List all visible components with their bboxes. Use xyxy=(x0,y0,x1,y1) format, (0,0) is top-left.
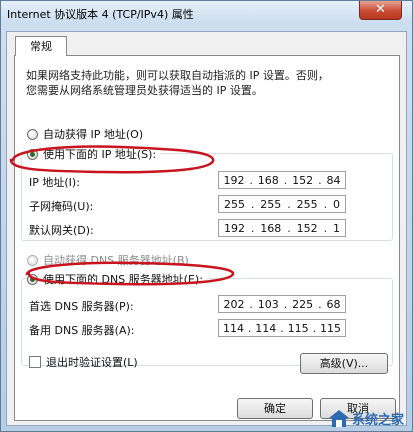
radio-manual-dns-label: 使用下面的 DNS 服务器地址(E): xyxy=(43,273,203,286)
dialog-client-area: 常规 如果网络支持此功能，则可以获取自动指派的 IP 设置。否则， 您需要从网络… xyxy=(6,31,407,426)
ip-octet-4: 84 xyxy=(326,173,341,187)
radio-manual-ip-indicator xyxy=(27,148,38,160)
pdns-octet-3: 225 xyxy=(292,297,314,311)
gw-octet-2: 168 xyxy=(260,221,282,235)
radio-manual-dns[interactable]: 使用下面的 DNS 服务器地址(E): xyxy=(27,271,207,287)
alternate-dns-input[interactable]: 114. 114. 115. 115 xyxy=(218,319,346,337)
radio-auto-ip-indicator xyxy=(27,128,38,140)
description-text: 如果网络支持此功能，则可以获取自动指派的 IP 设置。否则， 您需要从网络系统管… xyxy=(26,68,386,98)
mask-octet-3: 255 xyxy=(296,197,318,211)
ip-address-label: IP 地址(I): xyxy=(29,176,80,189)
radio-auto-dns-indicator xyxy=(27,254,38,266)
adns-octet-2: 114 xyxy=(255,321,277,335)
preferred-dns-input[interactable]: 202. 103. 225. 68 xyxy=(218,295,346,313)
preferred-dns-label: 首选 DNS 服务器(P): xyxy=(29,300,134,313)
window-title: Internet 协议版本 4 (TCP/IPv4) 属性 xyxy=(7,8,194,21)
radio-manual-ip[interactable]: 使用下面的 IP 地址(S): xyxy=(27,146,161,162)
gw-octet-3: 152 xyxy=(296,221,318,235)
subnet-mask-input[interactable]: 255. 255. 255. 0 xyxy=(218,195,346,213)
radio-manual-dns-indicator xyxy=(27,273,38,285)
advanced-button[interactable]: 高级(V)... xyxy=(300,353,388,374)
mask-octet-4: 0 xyxy=(332,197,340,211)
radio-auto-ip[interactable]: 自动获得 IP 地址(O) xyxy=(27,126,143,142)
description-line-2: 您需要从网络系统管理员处获得适当的 IP 设置。 xyxy=(26,84,263,97)
watermark: 系统之家 xyxy=(326,407,404,429)
radio-manual-ip-label: 使用下面的 IP 地址(S): xyxy=(43,148,157,161)
ip-octet-2: 168 xyxy=(257,173,279,187)
pdns-octet-4: 68 xyxy=(326,297,341,311)
watermark-text: 系统之家 xyxy=(351,412,404,428)
general-panel: 如果网络支持此功能，则可以获取自动指派的 IP 设置。否则， 您需要从网络系统管… xyxy=(14,55,400,421)
ip-address-input[interactable]: 192. 168. 152. 84 xyxy=(218,171,346,189)
gateway-label: 默认网关(D): xyxy=(29,224,94,237)
pdns-octet-1: 202 xyxy=(223,297,245,311)
tab-general[interactable]: 常规 xyxy=(15,36,67,56)
mask-octet-1: 255 xyxy=(223,197,245,211)
ok-button[interactable]: 确定 xyxy=(237,398,313,419)
close-button[interactable]: ✕ xyxy=(359,1,402,20)
radio-auto-dns-label: 自动获得 DNS 服务器地址(B) xyxy=(43,254,189,267)
title-bar: Internet 协议版本 4 (TCP/IPv4) 属性 ✕ xyxy=(1,1,412,25)
mask-octet-2: 255 xyxy=(260,197,282,211)
radio-auto-dns[interactable]: 自动获得 DNS 服务器地址(B) xyxy=(27,252,189,268)
validate-checkbox-label: 退出时验证设置(L) xyxy=(46,356,138,369)
adns-octet-1: 114 xyxy=(222,321,244,335)
adns-octet-3: 115 xyxy=(287,321,309,335)
alternate-dns-label: 备用 DNS 服务器(A): xyxy=(29,324,135,337)
gateway-input[interactable]: 192. 168. 152. 1 xyxy=(218,219,346,237)
validate-checkbox-box xyxy=(29,356,41,368)
adns-octet-4: 115 xyxy=(319,321,341,335)
house-logo-icon xyxy=(328,410,349,427)
validate-on-exit-checkbox[interactable]: 退出时验证设置(L) xyxy=(29,354,138,370)
dialog-window: Internet 协议版本 4 (TCP/IPv4) 属性 ✕ 常规 如果网络支… xyxy=(0,0,413,432)
ip-octet-3: 152 xyxy=(292,173,314,187)
gw-octet-4: 1 xyxy=(332,221,340,235)
ip-octet-1: 192 xyxy=(223,173,245,187)
pdns-octet-2: 103 xyxy=(257,297,279,311)
subnet-mask-label: 子网掩码(U): xyxy=(29,200,94,213)
radio-auto-ip-label: 自动获得 IP 地址(O) xyxy=(43,128,144,141)
gw-octet-1: 192 xyxy=(223,221,245,235)
description-line-1: 如果网络支持此功能，则可以获取自动指派的 IP 设置。否则， xyxy=(26,69,329,82)
